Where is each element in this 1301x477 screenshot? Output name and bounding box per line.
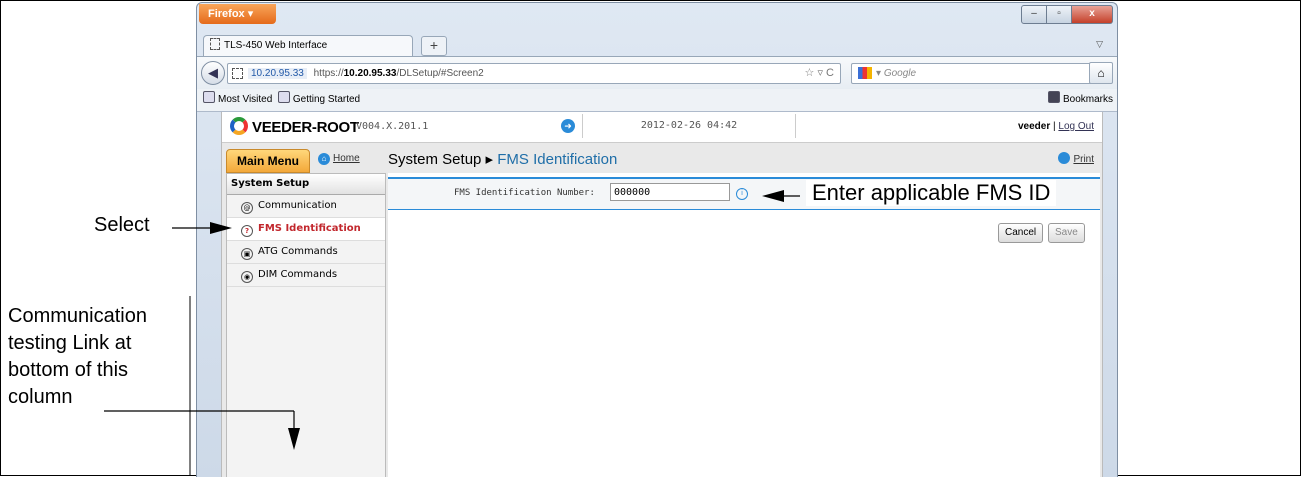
version-label: V004.X.201.1 [356,121,429,132]
toolbar: Main Menu ⌂ Home System Setup ▸ FMS Ident… [222,143,1102,173]
close-icon[interactable]: x [1072,5,1113,24]
back-arrow-icon[interactable]: ◀ [201,61,225,85]
logout-link[interactable]: Log Out [1058,121,1094,132]
bookmark-getting-started[interactable]: Getting Started [277,91,360,105]
veeder-root-logo: VEEDER-ROOT [230,117,359,136]
print-link[interactable]: Print [1058,152,1094,165]
atg-icon: ▣ [241,248,253,260]
username: veeder [1018,121,1051,132]
site-identity[interactable]: 10.20.95.33 [248,68,307,79]
search-engine-icon[interactable] [858,67,872,79]
main-menu-button[interactable]: Main Menu [226,149,310,173]
sidebar-item-dim-commands[interactable]: ◉ DIM Commands [227,264,385,287]
search-input[interactable]: ▾ Google ⚲ [851,63,1103,84]
url-text: https://10.20.95.33/DLSetup/#Screen2 [313,68,484,79]
most-visited-icon [203,91,215,103]
firefox-menu-button[interactable]: Firefox ▾ [199,4,276,24]
main-content: FMS Identification Number: 000000 i Canc… [388,173,1100,477]
logo-icon [230,117,248,135]
user-area: veeder | Log Out [1018,121,1094,132]
search-placeholder: Google [883,68,917,79]
refresh-icon[interactable]: ➜ [561,119,575,133]
sidebar: System Setup @ Communication ? FMS Identif… [226,173,386,477]
minimize-icon[interactable]: – [1021,5,1047,24]
bookmarks-icon [1047,91,1060,103]
bookmarks-menu[interactable]: Bookmarks [1047,89,1113,111]
save-button[interactable]: Save [1048,223,1085,243]
page-icon [210,38,220,50]
bookmark-most-visited[interactable]: Most Visited [203,91,272,105]
fms-id-label: FMS Identification Number: [454,188,595,198]
print-icon [1058,152,1071,164]
page-icon [232,68,243,79]
question-icon: ? [241,225,253,237]
web-page: VEEDER-ROOT V004.X.201.1 ➜ 2012-02-26 04… [221,112,1103,477]
cancel-button[interactable]: Cancel [998,223,1044,243]
new-tab-button[interactable]: + [421,36,447,56]
home-link[interactable]: ⌂ Home [318,153,360,165]
sidebar-item-atg-commands[interactable]: ▣ ATG Commands [227,241,385,264]
communication-icon: @ [241,202,253,214]
maximize-icon[interactable]: ▫ [1047,5,1072,24]
app-header: VEEDER-ROOT V004.X.201.1 ➜ 2012-02-26 04… [222,112,1102,143]
home-icon: ⌂ [318,153,330,165]
breadcrumb: System Setup ▸ FMS Identification [388,151,618,168]
navigation-bar: ◀ 10.20.95.33 https://10.20.95.33/DLSetu… [197,56,1117,90]
sidebar-item-fms-identification[interactable]: ? FMS Identification [227,218,385,241]
home-icon[interactable]: ⌂ [1089,62,1113,84]
browser-tab[interactable]: TLS-450 Web Interface [203,35,413,56]
annotation-select: Select [94,214,150,236]
bookmark-star-icon[interactable]: ☆ ▿ C [805,64,834,83]
info-icon[interactable]: i [736,188,748,200]
datetime-label: 2012-02-26 04:42 [582,114,796,138]
annotation-fms-id: Enter applicable FMS ID [806,180,1057,206]
window-controls: – ▫ x [1021,5,1113,24]
tab-title: TLS-450 Web Interface [224,40,328,51]
url-bar[interactable]: 10.20.95.33 https://10.20.95.33/DLSetup/… [227,63,841,84]
sidebar-title: System Setup [227,174,385,195]
annotation-communication: Communication testing Link at bottom of … [8,305,147,408]
page-icon [277,91,290,103]
sidebar-item-communication[interactable]: @ Communication [227,195,385,218]
dim-icon: ◉ [241,271,253,283]
bookmarks-toolbar: Most Visited Getting Started Bookmarks [197,89,1117,112]
fms-id-input[interactable]: 000000 [610,183,730,201]
browser-window: Firefox ▾ – ▫ x TLS-450 Web Interface + … [196,2,1118,477]
tab-list-icon[interactable]: ▽ [1096,39,1103,50]
